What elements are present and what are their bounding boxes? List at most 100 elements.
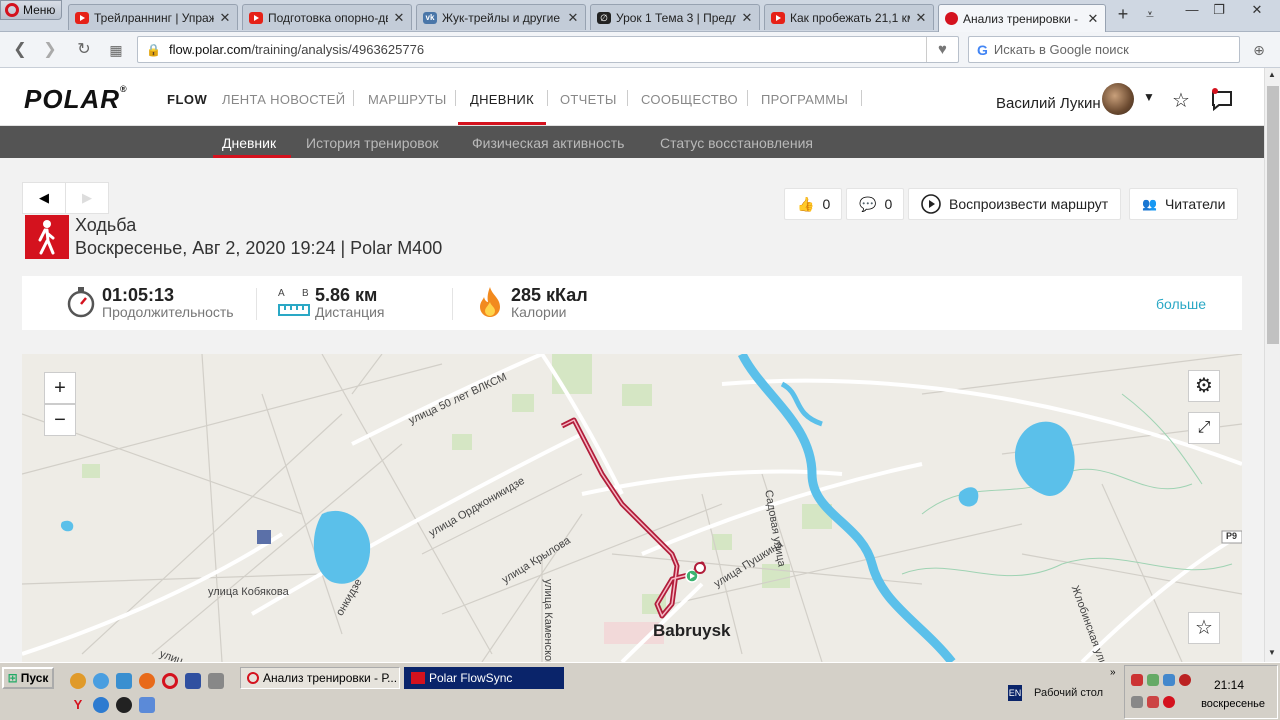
download-icon[interactable]: ⊕ [1247, 38, 1271, 62]
replay-route-button[interactable]: Воспроизвести маршрут [908, 188, 1122, 220]
like-button[interactable]: 👍 0 [784, 188, 842, 220]
browser-tab[interactable]: Как пробежать 21,1 км ✕ [764, 4, 934, 30]
close-window-icon[interactable]: ✕ [1240, 2, 1274, 20]
media-player-icon[interactable] [116, 697, 132, 713]
comment-button[interactable]: 💬 0 [846, 188, 904, 220]
tab-title: Подготовка опорно-дви [268, 10, 388, 25]
reload-icon[interactable]: ↻ [72, 38, 96, 62]
close-icon[interactable]: ✕ [1087, 11, 1099, 27]
taskbar-task[interactable]: Анализ тренировки - Р... [240, 667, 400, 689]
scrollbar-thumb[interactable] [1267, 86, 1279, 344]
taskbar-task-active[interactable]: Polar FlowSync [404, 667, 564, 689]
chevron-down-icon[interactable]: ▼ [1143, 90, 1155, 104]
scroll-down-icon[interactable]: ▼ [1268, 648, 1276, 657]
forward-icon[interactable]: ❯ [38, 38, 62, 62]
map-settings-icon[interactable]: ⚙ [1188, 370, 1220, 402]
ie-icon[interactable] [93, 697, 109, 713]
browser-menu-button[interactable]: Меню [0, 0, 62, 20]
browser-tab[interactable]: vk Жук-трейлы и другие ✕ [416, 4, 586, 30]
close-icon[interactable]: ✕ [393, 10, 405, 26]
browser-tab[interactable]: ∅ Урок 1 Тема 3 | Предло ✕ [590, 4, 760, 30]
nav-news[interactable]: ЛЕНТА НОВОСТЕЙ [222, 92, 345, 107]
start-button[interactable]: ⊞ Пуск [2, 667, 54, 689]
quicklaunch-icon[interactable] [70, 673, 86, 689]
tray-icon[interactable] [1131, 674, 1143, 686]
firefox-icon[interactable] [139, 673, 155, 689]
system-tray: 21:14 воскресенье [1124, 665, 1278, 719]
session-summary: 01:05:13 Продолжительность A B 5.86 км Д… [22, 276, 1242, 330]
desktop-toolbar-label[interactable]: Рабочий стол [1034, 687, 1103, 699]
zoom-out-button[interactable]: − [44, 404, 76, 436]
clock-time[interactable]: 21:14 [1189, 678, 1269, 692]
tab-diary[interactable]: Дневник [222, 135, 276, 151]
summary-divider [256, 288, 257, 320]
close-icon[interactable]: ✕ [915, 10, 927, 26]
previous-session-button[interactable]: ◀ [22, 182, 66, 214]
heart-icon[interactable]: ♥ [926, 37, 958, 62]
browser-tab[interactable]: Трейлраннинг | Упражн ✕ [68, 4, 238, 30]
polar-icon [945, 12, 958, 25]
close-icon[interactable]: ✕ [219, 10, 231, 26]
speed-dial-icon[interactable]: ▦ [104, 38, 128, 62]
nav-community[interactable]: СООБЩЕСТВО [641, 92, 738, 107]
fullscreen-icon[interactable]: ⤢ [1188, 412, 1220, 444]
quicklaunch-icon[interactable] [139, 697, 155, 713]
polar-logo[interactable]: POLAR® [24, 84, 128, 115]
nav-routes[interactable]: МАРШРУТЫ [368, 92, 447, 107]
quicklaunch-icon[interactable] [208, 673, 224, 689]
back-icon[interactable]: ❮ [8, 38, 32, 62]
chrome-icon[interactable] [93, 673, 109, 689]
zoom-in-button[interactable]: + [44, 372, 76, 404]
more-link[interactable]: больше [1156, 296, 1206, 312]
tray-icon[interactable] [1163, 696, 1175, 708]
yandex-icon[interactable]: Y [70, 697, 86, 713]
opera-icon [247, 672, 259, 684]
duration-value: 01:05:13 [102, 285, 175, 305]
taskbar: ⊞ Пуск Y Анализ тренировки - Р... Polar … [0, 662, 1280, 720]
route-map[interactable]: улица 50 лет ВЛКСМ улица Орджоникидзе ул… [22, 354, 1242, 662]
close-icon[interactable]: ✕ [741, 10, 753, 26]
nav-diary[interactable]: ДНЕВНИК [470, 92, 534, 107]
next-session-button[interactable]: ▶ [65, 182, 109, 214]
new-tab-button[interactable]: + [1112, 4, 1134, 28]
tab-activity[interactable]: Физическая активность [472, 135, 624, 151]
chevron-right-icon[interactable]: » [1110, 667, 1116, 678]
user-name[interactable]: Василий Лукин [996, 95, 1101, 112]
followers-label: Читатели [1164, 196, 1226, 212]
calories-value: 285 кКал [511, 285, 588, 305]
close-icon[interactable]: ✕ [567, 10, 579, 26]
tab-menu-icon[interactable]: ⩡ [1146, 6, 1154, 23]
avatar[interactable] [1102, 83, 1134, 115]
tray-icon[interactable] [1147, 696, 1159, 708]
browser-menu-label: Меню [23, 3, 56, 17]
sport-name: Ходьба [75, 215, 137, 235]
tray-icon[interactable] [1131, 696, 1143, 708]
tray-icon[interactable] [1147, 674, 1159, 686]
address-bar[interactable]: 🔒 flow.polar.com/training/analysis/49636… [137, 36, 959, 63]
star-icon[interactable]: ☆ [1172, 88, 1190, 113]
quicklaunch-icon[interactable] [116, 673, 132, 689]
map-canvas[interactable] [22, 354, 1242, 662]
browser-tab[interactable]: Подготовка опорно-дви ✕ [242, 4, 412, 30]
play-icon [921, 194, 941, 214]
nav-reports[interactable]: ОТЧЕТЫ [560, 92, 617, 107]
language-indicator[interactable]: EN [1008, 685, 1022, 701]
restore-icon[interactable]: ❐ [1207, 2, 1231, 20]
tab-training-history[interactable]: История тренировок [306, 135, 438, 151]
page-scrollbar[interactable]: ▲ ▼ [1264, 68, 1280, 662]
session-info: Воскресенье, Авг 2, 2020 19:24 | Polar M… [75, 238, 443, 258]
network-icon[interactable] [1163, 674, 1175, 686]
notifications-icon[interactable] [1210, 88, 1234, 118]
nav-programs[interactable]: ПРОГРАММЫ [761, 92, 848, 107]
distance-point-a: A [278, 288, 285, 299]
flowsync-icon [411, 672, 425, 684]
minimize-icon[interactable]: — [1180, 2, 1204, 20]
tab-recovery-status[interactable]: Статус восстановления [660, 135, 813, 151]
search-input[interactable]: G Искать в Google поиск [968, 36, 1240, 63]
scroll-up-icon[interactable]: ▲ [1268, 70, 1276, 79]
browser-tab-active[interactable]: Анализ тренировки - Ро ✕ [938, 4, 1106, 32]
followers-button[interactable]: 👥 Читатели [1129, 188, 1239, 220]
quicklaunch-icon[interactable] [185, 673, 201, 689]
favorite-route-icon[interactable]: ☆ [1188, 612, 1220, 644]
opera-icon[interactable] [162, 673, 178, 689]
